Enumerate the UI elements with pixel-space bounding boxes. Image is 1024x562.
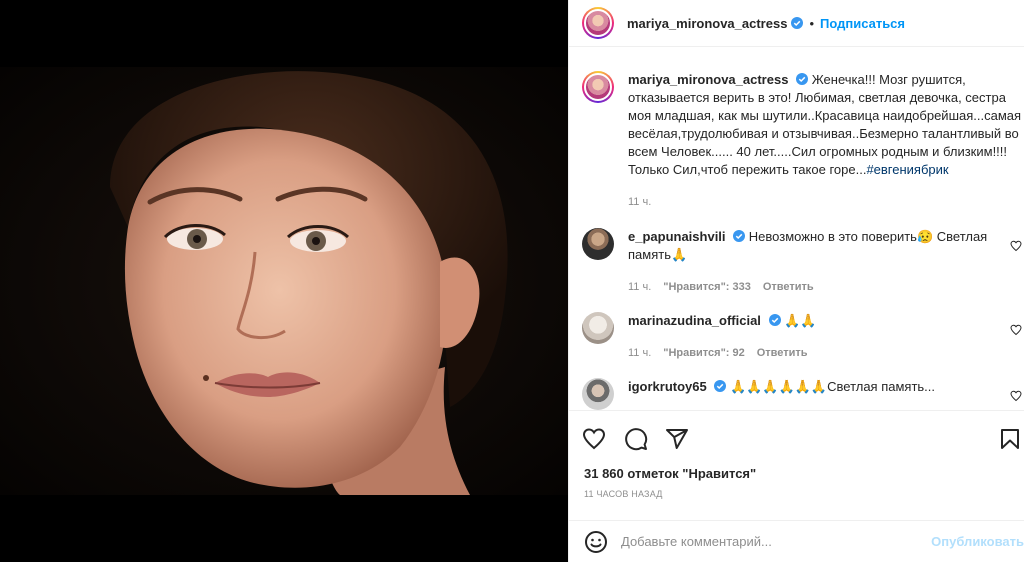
post-media [0,0,568,562]
caption-text: Женечка!!! Мозг рушится, отказывается ве… [628,72,1022,177]
comment-like-icon[interactable] [1010,390,1022,402]
comment-composer: Опубликовать [569,520,1024,562]
comment-meta: 11 ч. "Нравится": 333 Ответить [628,278,1023,296]
caption: mariya_mironova_actress Женечка!!! Мозг … [582,71,1024,211]
comment-text: 🙏🙏🙏🙏🙏🙏Светлая память... [730,379,936,394]
comment-time[interactable]: 11 ч. [628,278,651,296]
comment-icon[interactable] [624,427,648,451]
comment-body: e_papunaishvili Невозможно в это поверит… [628,228,1023,296]
comment-time[interactable]: 11 ч. [628,344,651,362]
caption-meta: 11 ч. [628,193,1023,211]
share-icon[interactable] [665,427,689,451]
comment-input[interactable] [621,534,911,549]
comment-likes[interactable]: "Нравится": 92 [663,344,744,362]
comment-author[interactable]: igorkrutoy65 [628,379,707,394]
comment-item: marinazudina_official 🙏🙏 11 ч. "Нравится… [582,312,1024,362]
author-username[interactable]: mariya_mironova_actress [627,16,787,31]
verified-badge-icon [768,314,781,326]
likes-count[interactable]: 31 860 отметок "Нравится" [584,466,756,481]
comment-avatar[interactable] [582,312,614,344]
comment-avatar[interactable] [582,378,614,410]
comment-item: igorkrutoy65 🙏🙏🙏🙏🙏🙏Светлая память... [582,378,1024,410]
caption-time[interactable]: 11 ч. [628,193,651,211]
hashtag-link[interactable]: #евгениябрик [866,162,948,177]
verified-badge-icon [714,380,727,392]
reply-button[interactable]: Ответить [757,344,808,362]
comment-like-icon[interactable] [1010,324,1022,336]
separator-dot: • [809,15,814,31]
verified-badge-icon [733,230,746,242]
caption-body: mariya_mironova_actress Женечка!!! Мозг … [628,71,1023,211]
post-photo[interactable] [0,67,568,495]
post-timestamp[interactable]: 11 ЧАСОВ НАЗАД [584,489,663,499]
comment-body: marinazudina_official 🙏🙏 11 ч. "Нравится… [628,312,1023,362]
publish-button[interactable]: Опубликовать [931,534,1024,549]
comment-likes[interactable]: "Нравится": 333 [663,278,751,296]
comments-list[interactable]: mariya_mironova_actress Женечка!!! Мозг … [569,48,1024,410]
comment-item: e_papunaishvili Невозможно в это поверит… [582,228,1024,296]
verified-badge-icon [791,17,804,29]
follow-button[interactable]: Подписаться [820,16,905,31]
caption-author[interactable]: mariya_mironova_actress [628,72,788,87]
verified-badge-icon [796,73,809,85]
bookmark-icon[interactable] [998,427,1022,451]
comment-body: igorkrutoy65 🙏🙏🙏🙏🙏🙏Светлая память... [628,378,1023,410]
emoji-icon[interactable] [584,530,608,554]
comment-text: 🙏🙏 [784,313,817,328]
reply-button[interactable]: Ответить [763,278,814,296]
comment-like-icon[interactable] [1010,240,1022,252]
action-bar [569,410,1024,466]
author-avatar[interactable] [582,7,614,39]
heart-icon[interactable] [582,427,606,451]
comment-avatar[interactable] [582,228,614,260]
post-sidebar: mariya_mironova_actress • Подписаться ma… [568,0,1024,562]
caption-avatar[interactable] [582,71,614,103]
comment-author[interactable]: marinazudina_official [628,313,761,328]
comment-author[interactable]: e_papunaishvili [628,229,726,244]
comment-meta: 11 ч. "Нравится": 92 Ответить [628,344,1023,362]
post-modal: mariya_mironova_actress • Подписаться ma… [0,0,1024,562]
post-header: mariya_mironova_actress • Подписаться [569,0,1024,47]
